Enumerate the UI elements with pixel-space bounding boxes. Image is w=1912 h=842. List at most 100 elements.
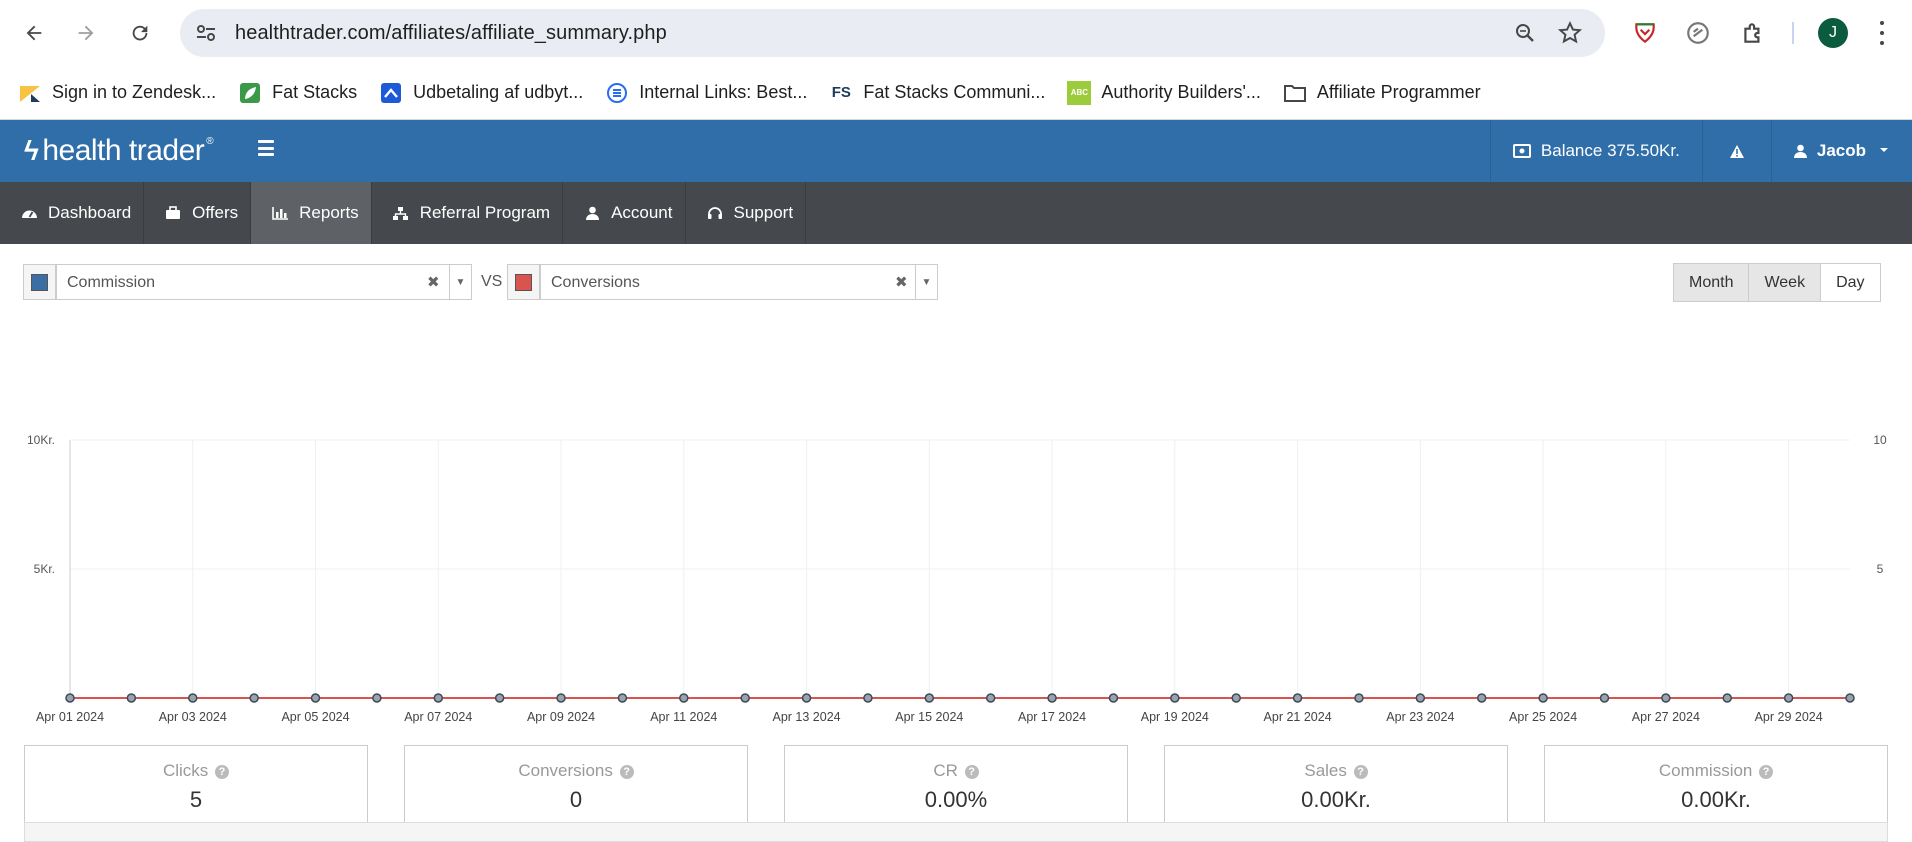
data-point-marker — [863, 693, 873, 703]
nav-dashboard[interactable]: Dashboard — [0, 182, 145, 244]
series1-value: Commission — [67, 274, 156, 291]
data-point-marker — [1231, 693, 1241, 703]
nav-support[interactable]: Support — [686, 182, 807, 244]
help-icon[interactable]: ? — [1353, 765, 1368, 779]
data-point-marker — [1722, 693, 1732, 703]
user-menu[interactable]: Jacob — [1770, 120, 1912, 182]
profile-avatar[interactable]: J — [1818, 18, 1848, 48]
site-info-icon[interactable] — [194, 21, 218, 45]
bookmark-label: Fat Stacks — [272, 82, 358, 102]
stat-value: 0.00% — [924, 787, 988, 812]
data-point-marker — [985, 693, 996, 703]
bookmark-label: Internal Links: Best... — [639, 82, 808, 102]
nav-account[interactable]: Account — [563, 182, 686, 244]
x-tick-label: Apr 25 2024 — [1509, 710, 1577, 724]
stat-card-cr: CR ? 0.00% — [784, 745, 1128, 826]
reload-button[interactable] — [122, 15, 158, 51]
nav-reports[interactable]: Reports — [251, 182, 372, 244]
data-point-marker — [1354, 693, 1364, 703]
x-tick-label: Apr 21 2024 — [1264, 710, 1332, 724]
user-name: Jacob — [1816, 141, 1866, 160]
period-month-button[interactable]: Month — [1673, 263, 1750, 302]
sitemap-icon — [392, 204, 410, 222]
bookmark-udbetaling[interactable]: Udbetaling af udbyt... — [379, 81, 583, 105]
bookmark-zendesk[interactable]: Sign in to Zendesk... — [18, 81, 216, 105]
chart-container: 5Kr. 10Kr. 5 10 Apr 01 2024 Apr 03 2024 Apr 05… — [0, 322, 1912, 727]
period-day-button[interactable]: Day — [1820, 263, 1881, 302]
extensions-puzzle-icon[interactable] — [1740, 20, 1766, 46]
report-controls: Commission ✖ ▼ VS Conversions ✖ ▼ Month … — [0, 244, 1912, 322]
data-point-marker — [1845, 693, 1855, 703]
period-week-button[interactable]: Week — [1748, 263, 1822, 302]
x-tick-label: Apr 11 2024 — [650, 710, 717, 724]
zendesk-icon — [18, 81, 42, 105]
zoom-icon[interactable] — [1513, 21, 1537, 45]
series2-clear-icon[interactable]: ✖ — [895, 273, 908, 291]
data-point-marker — [1292, 693, 1303, 703]
period-toggle-group: Month Week Day — [1673, 263, 1881, 302]
headset-icon — [706, 204, 724, 222]
sidebar-toggle-icon[interactable] — [258, 140, 274, 156]
data-point-marker — [433, 693, 444, 703]
data-point-marker — [1170, 693, 1180, 703]
stat-label: Sales — [1304, 761, 1347, 780]
series2-select[interactable]: Conversions ✖ ▼ — [540, 264, 938, 300]
data-point-marker — [1047, 693, 1057, 703]
dashboard-icon — [20, 204, 38, 222]
help-icon[interactable]: ? — [619, 765, 634, 779]
series1-color-picker[interactable] — [23, 264, 56, 300]
x-tick-label: Apr 13 2024 — [772, 710, 840, 724]
bookmark-star-icon[interactable] — [1557, 20, 1583, 46]
data-point-marker — [617, 693, 628, 703]
data-point-marker — [249, 693, 259, 703]
data-point-marker — [1476, 693, 1487, 703]
nav-referral-program[interactable]: Referral Program — [372, 182, 564, 244]
series1-caret-icon[interactable]: ▼ — [449, 265, 471, 299]
bookmark-label: Udbetaling af udbyt... — [413, 82, 584, 102]
fatstacks-leaf-icon — [238, 81, 262, 105]
data-point-marker — [65, 693, 75, 703]
balance-display[interactable]: Balance 375.50Kr. — [1489, 120, 1702, 182]
main-nav: Dashboard Offers Reports Referral Progra… — [0, 182, 1912, 244]
healthtrader-logo[interactable]: ϟ health trader ® — [24, 134, 214, 168]
help-icon[interactable]: ? — [964, 765, 979, 779]
browser-toolbar: healthtrader.com/affiliates/affiliate_su… — [0, 0, 1912, 66]
nav-label: Offers — [192, 203, 239, 222]
address-bar[interactable]: healthtrader.com/affiliates/affiliate_su… — [180, 9, 1605, 57]
user-icon — [583, 204, 601, 222]
stat-value: 5 — [189, 787, 203, 812]
bookmark-folder-affiliate[interactable]: Affiliate Programmer — [1283, 81, 1481, 105]
logo-mark-icon: ϟ — [24, 135, 39, 166]
url-text[interactable]: healthtrader.com/affiliates/affiliate_su… — [235, 22, 667, 45]
series2-caret-icon[interactable]: ▼ — [915, 265, 937, 299]
stat-label: Clicks — [162, 761, 209, 780]
bookmark-internal-links[interactable]: Internal Links: Best... — [605, 81, 807, 105]
browser-menu-icon[interactable] — [1876, 18, 1888, 48]
nav-offers[interactable]: Offers — [144, 182, 252, 244]
data-point-marker — [1538, 693, 1548, 703]
udbetaling-icon — [379, 81, 403, 105]
internal-links-icon — [605, 81, 629, 105]
bookmark-label: Affiliate Programmer — [1316, 82, 1481, 102]
help-icon[interactable]: ? — [1759, 765, 1774, 779]
bookmark-fat-stacks[interactable]: Fat Stacks — [238, 81, 357, 105]
shield-extension-icon[interactable] — [1632, 20, 1658, 46]
bookmark-fat-stacks-community[interactable]: FS Fat Stacks Communi... — [829, 81, 1046, 105]
alerts-button[interactable] — [1701, 120, 1771, 182]
folder-icon — [1283, 81, 1307, 105]
series1-select[interactable]: Commission ✖ ▼ — [56, 264, 472, 300]
series1-clear-icon[interactable]: ✖ — [427, 273, 440, 291]
bookmark-authority-builders[interactable]: ABC Authority Builders'... — [1067, 80, 1261, 105]
forward-button[interactable] — [68, 15, 104, 51]
toolbar-divider — [1792, 22, 1794, 44]
stat-value: 0 — [569, 787, 583, 812]
series2-value: Conversions — [551, 274, 640, 291]
help-icon[interactable]: ? — [215, 765, 230, 779]
report-table-panel — [24, 822, 1888, 842]
x-tick-label: Apr 03 2024 — [159, 710, 227, 724]
header-actions: Balance 375.50Kr. Jacob — [1489, 120, 1912, 182]
blocker-extension-icon[interactable] — [1685, 20, 1711, 46]
back-button[interactable] — [16, 15, 52, 51]
user-icon — [1793, 144, 1807, 158]
series2-color-picker[interactable] — [507, 264, 540, 300]
